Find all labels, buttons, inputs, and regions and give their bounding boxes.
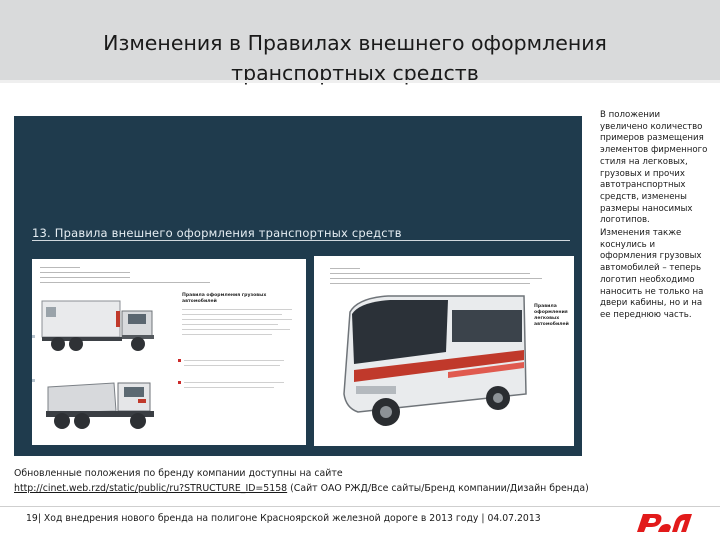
bottom-note-link-row: http://cinet.web.rzd/static/public/ru?ST… [14, 481, 714, 496]
side-paragraph-2: Изменения также коснулись и оформления г… [600, 228, 704, 320]
brand-site-link[interactable]: http://cinet.web.rzd/static/public/ru?ST… [14, 483, 287, 494]
dump-truck-image [46, 382, 154, 429]
rzd-logo-icon [637, 514, 692, 532]
footer-divider [0, 506, 720, 507]
document-section-title: 13. Правила внешнего оформления транспор… [32, 226, 402, 240]
document-preview-panel: 13. Правила внешнего оформления транспор… [14, 116, 582, 456]
document-page-bus: Правила оформления легковых автомобилей [314, 256, 574, 446]
slide-title-line1: Изменения в Правилах внешнего оформления [103, 31, 607, 55]
right-page-caption: Правила оформления легковых автомобилей [534, 304, 569, 327]
bottom-note-path: (Сайт ОАО РЖД/Все сайты/Бренд компании/Д… [290, 483, 589, 494]
bottom-note: Обновленные положения по бренду компании… [14, 466, 714, 496]
bottom-note-lead: Обновленные положения по бренду компании… [14, 468, 343, 479]
slide-title-line2: транспортных средств [231, 61, 479, 85]
truck-van-image [41, 300, 154, 351]
document-page-trucks: Правила оформления грузовых автомобилей [32, 259, 306, 445]
left-page-caption: Правила оформления грузовых автомобилей [182, 293, 267, 304]
side-description: В положении увеличено количество примеро… [600, 110, 708, 323]
footer-text: 19| Ход внедрения нового бренда на полиг… [26, 513, 541, 524]
document-title-rule [32, 240, 570, 241]
bus-image [343, 295, 527, 426]
side-paragraph-1: В положении увеличено количество примеро… [600, 110, 708, 226]
header-divider [0, 80, 720, 83]
slide-title: Изменения в Правилах внешнего оформления… [40, 28, 670, 88]
